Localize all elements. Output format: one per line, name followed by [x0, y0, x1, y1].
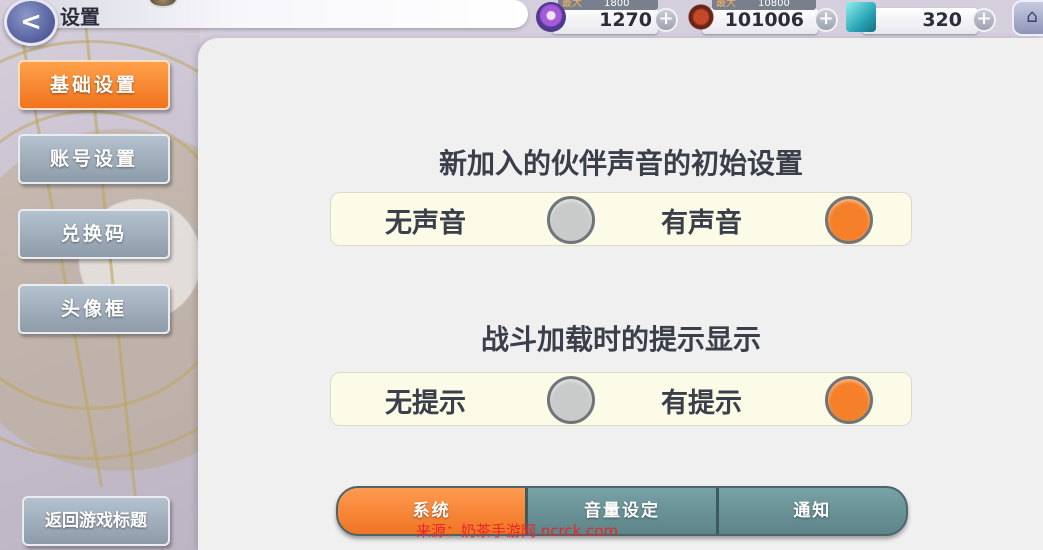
plus-icon: + [976, 8, 992, 29]
return-to-title-button[interactable]: 返回游戏标题 [22, 496, 170, 546]
page-title: 设置 [60, 5, 100, 29]
spirit-orb-icon [536, 2, 566, 32]
currency-value: 1270 [599, 9, 652, 31]
back-arrow-icon: < [20, 7, 42, 37]
crystal-cube-icon [846, 2, 876, 32]
option-row-battle-tips: 无提示 有提示 [330, 372, 912, 426]
settings-panel [198, 38, 1043, 550]
currency-value: 101006 [724, 9, 804, 31]
sidebar-item-account-settings[interactable]: 账号设置 [18, 134, 170, 184]
plus-icon: + [658, 8, 674, 29]
setting-title-partner-voice: 新加入的伙伴声音的初始设置 [438, 147, 803, 180]
radio-with-voice[interactable] [825, 196, 873, 244]
add-gold-button[interactable]: + [814, 8, 838, 32]
add-crystal-button[interactable]: + [972, 8, 996, 32]
horned-beast-icon [686, 2, 716, 32]
source-watermark: 来源：奶茶手游网 ncrck.com [416, 522, 619, 540]
tab-notification[interactable]: 通知 [718, 488, 906, 534]
home-button[interactable]: ⌂ [1012, 0, 1043, 36]
home-icon: ⌂ [1026, 6, 1038, 27]
radio-with-tips[interactable] [825, 376, 873, 424]
plus-icon: + [818, 8, 834, 29]
add-stamina-button[interactable]: + [654, 8, 678, 32]
sidebar-item-redeem-code[interactable]: 兑换码 [18, 209, 170, 259]
back-button[interactable]: < [4, 0, 58, 46]
option-label-with-tips: 有提示 [661, 388, 742, 419]
currency-value: 320 [922, 9, 962, 31]
sidebar-item-basic-settings[interactable]: 基础设置 [18, 60, 170, 110]
currency-crystal: 320 + [846, 2, 1001, 34]
option-row-partner-voice: 无声音 有声音 [330, 192, 912, 246]
radio-no-voice[interactable] [547, 196, 595, 244]
option-label-no-tips: 无提示 [385, 388, 466, 419]
currency-gold: 最大 10800 101006 + [686, 0, 841, 34]
option-label-no-voice: 无声音 [385, 208, 466, 239]
option-label-with-voice: 有声音 [661, 208, 742, 239]
currency-stamina: 最大 1800 1270 + [536, 0, 681, 34]
setting-title-battle-tips: 战斗加载时的提示显示 [480, 323, 761, 356]
radio-no-tips[interactable] [547, 376, 595, 424]
sidebar-item-avatar-frame[interactable]: 头像框 [18, 284, 170, 334]
top-bar: < 设置 最大 1800 1270 + 最大 10800 101006 + 32… [0, 0, 1043, 46]
title-bar [40, 0, 528, 28]
